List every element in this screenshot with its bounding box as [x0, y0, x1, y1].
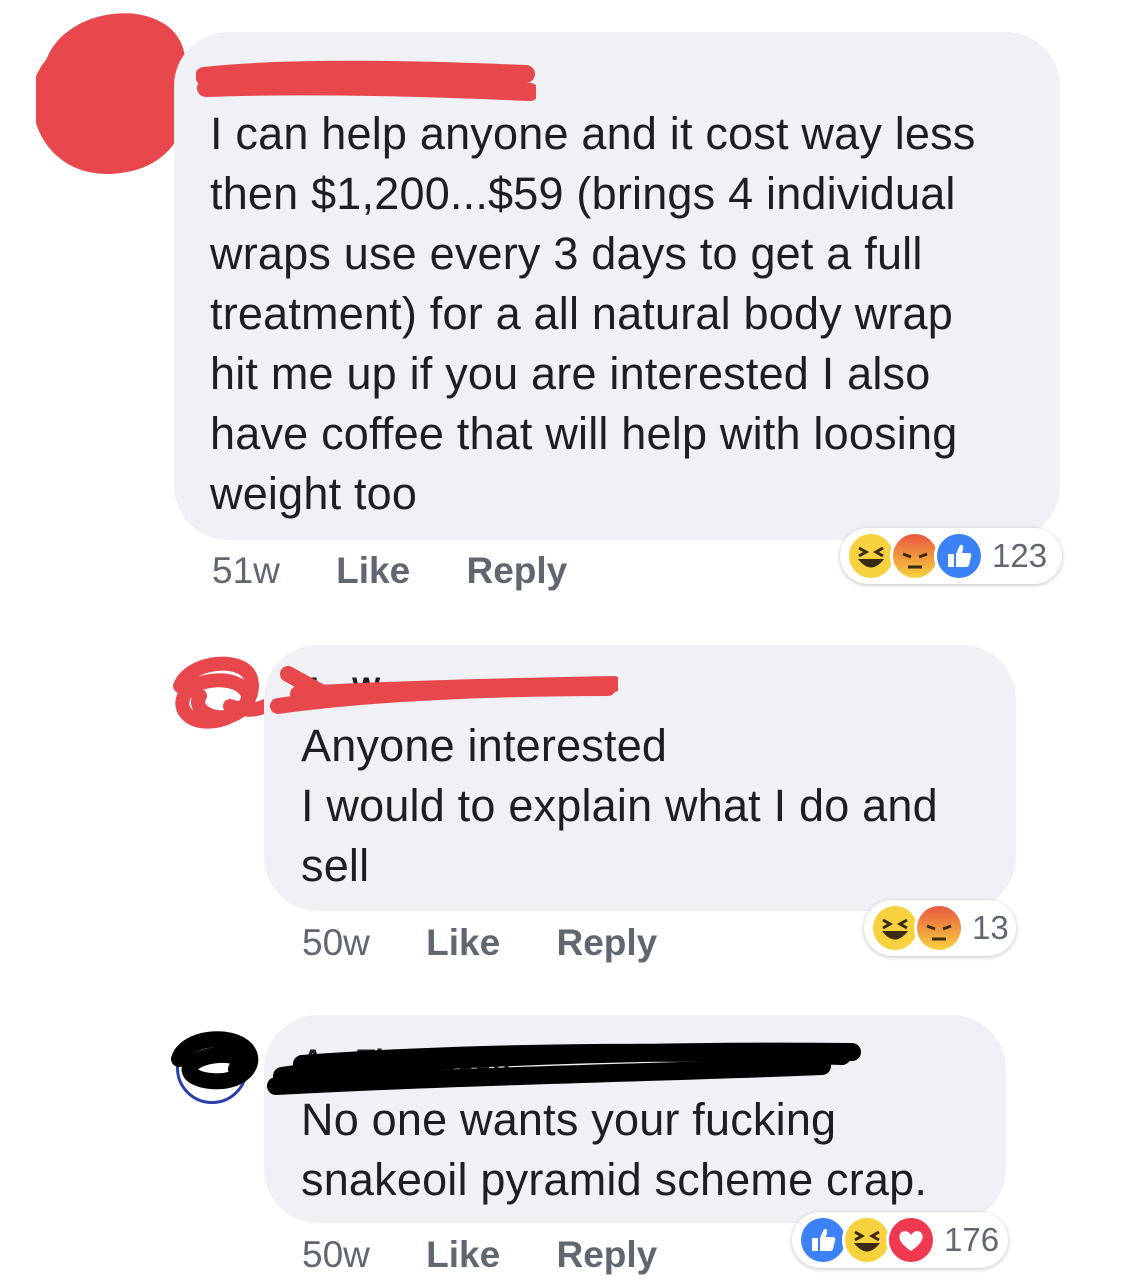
author-redaction [270, 666, 618, 714]
reply-link[interactable]: Reply [467, 550, 568, 591]
comment-meta: 50w Like Reply [302, 1234, 657, 1276]
reaction-count: 13 [972, 909, 1009, 946]
comment-time[interactable]: 50w [302, 922, 370, 963]
reaction-summary[interactable]: 176 [792, 1212, 1008, 1268]
like-link[interactable]: Like [426, 922, 500, 963]
reaction-summary[interactable]: 123 [840, 528, 1062, 584]
haha-icon [842, 1215, 892, 1265]
avatar[interactable] [36, 13, 186, 174]
like-icon [934, 531, 984, 581]
angry-icon [890, 531, 940, 581]
reaction-count: 176 [944, 1221, 1000, 1258]
redaction-scribble [173, 656, 270, 729]
reaction-count: 123 [992, 537, 1048, 574]
comment-time[interactable]: 50w [302, 1234, 370, 1275]
like-link[interactable]: Like [426, 1234, 500, 1275]
comment-text: No one wants your fucking snakeoil pyram… [301, 1094, 928, 1205]
comment-meta: 51w Like Reply [212, 550, 567, 592]
author-redaction [196, 60, 536, 101]
reaction-summary[interactable]: 13 [864, 900, 1016, 956]
love-icon [886, 1215, 936, 1265]
avatar[interactable] [171, 1031, 259, 1104]
author-redaction [267, 1042, 861, 1095]
comment-time[interactable]: 51w [212, 550, 280, 591]
like-icon [798, 1215, 848, 1265]
reply-link[interactable]: Reply [557, 922, 658, 963]
comment-meta: 50w Like Reply [302, 922, 657, 964]
redaction-scribble [36, 13, 186, 174]
redaction-scribble [171, 1031, 259, 1090]
like-link[interactable]: Like [336, 550, 410, 591]
avatar[interactable] [173, 656, 270, 734]
haha-icon [846, 531, 896, 581]
comment-text: Anyone interested I would to explain wha… [301, 720, 938, 891]
angry-icon [914, 903, 964, 953]
haha-icon [870, 903, 920, 953]
comment-text: I can help anyone and it cost way less t… [210, 108, 976, 519]
reply-link[interactable]: Reply [557, 1234, 658, 1275]
